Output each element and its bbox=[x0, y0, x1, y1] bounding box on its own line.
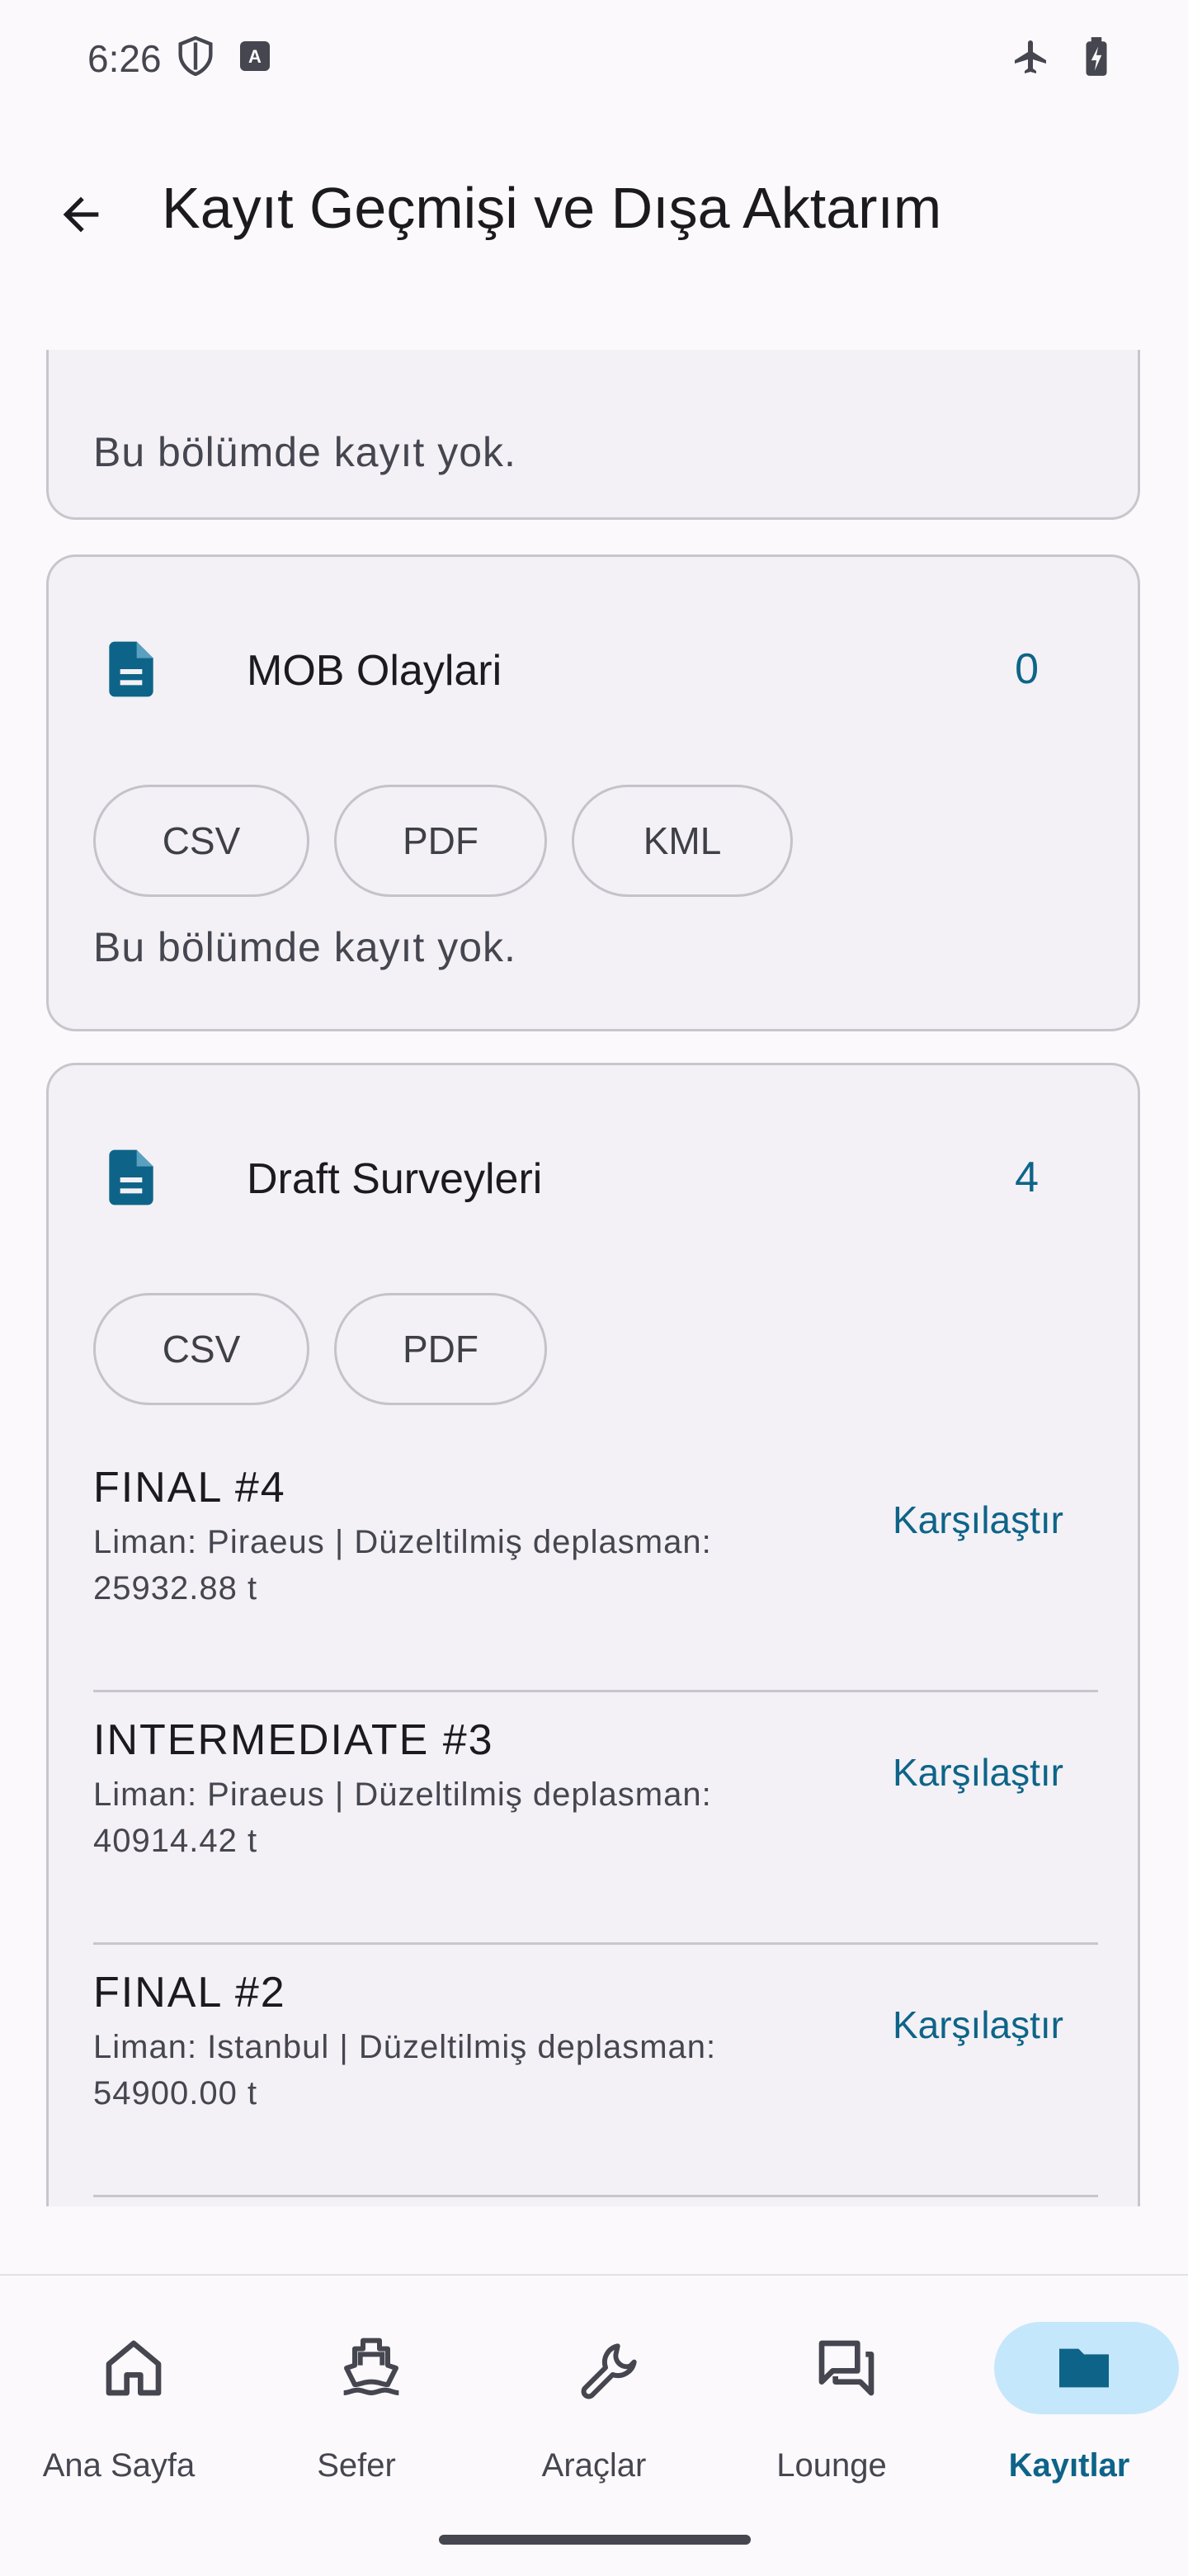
status-time: 6:26 bbox=[87, 37, 162, 80]
export-pdf-chip[interactable]: PDF bbox=[334, 785, 547, 897]
partial-section-card: Bu bölümde kayıt yok. bbox=[46, 350, 1140, 520]
nav-label: Araçlar bbox=[541, 2447, 647, 2484]
home-indicator bbox=[439, 2535, 751, 2545]
status-right-icons bbox=[1011, 36, 1109, 78]
airplane-icon bbox=[1015, 40, 1046, 73]
app-bar: Kayıt Geçmişi ve Dışa Aktarım bbox=[0, 124, 1188, 350]
draft-survey-section-card: Draft Surveyleri 4 CSV PDF FINAL #4 Lima… bbox=[46, 1063, 1140, 2206]
empty-text: Bu bölümde kayıt yok. bbox=[93, 924, 516, 970]
nav-item-sefer[interactable]: Sefer bbox=[238, 2307, 475, 2489]
document-icon bbox=[109, 1149, 153, 1205]
export-kml-chip[interactable]: KML bbox=[572, 785, 793, 897]
wrench-icon bbox=[581, 2343, 637, 2399]
nav-label: Ana Sayfa bbox=[42, 2447, 196, 2484]
record-subtitle: Liman: Piraeus | Düzeltilmiş deplasman: … bbox=[93, 1776, 712, 1859]
empty-text: Bu bölümde kayıt yok. bbox=[93, 429, 516, 475]
card-header: MOB Olaylari 0 bbox=[98, 636, 1088, 702]
back-button[interactable] bbox=[48, 182, 114, 248]
survey-record[interactable]: INTERMEDIATE #3 Liman: Piraeus | Düzelti… bbox=[93, 1692, 1098, 1945]
export-csv-chip[interactable]: CSV bbox=[93, 1293, 309, 1405]
survey-record[interactable]: FINAL #4 Liman: Piraeus | Düzeltilmiş de… bbox=[93, 1440, 1098, 1692]
folder-icon bbox=[1059, 2348, 1109, 2388]
export-chip-row: CSV PDF bbox=[93, 1293, 547, 1405]
svg-text:A: A bbox=[248, 46, 262, 67]
text-icon: A bbox=[240, 41, 270, 71]
nav-item-home[interactable]: Ana Sayfa bbox=[0, 2307, 238, 2489]
nav-label: Lounge bbox=[776, 2447, 887, 2484]
home-icon bbox=[106, 2340, 162, 2396]
section-title: MOB Olaylari bbox=[247, 647, 502, 695]
record-title: FINAL #2 bbox=[93, 1969, 286, 2017]
records-list[interactable]: Bu bölümde kayıt yok. MOB Olaylari 0 CSV… bbox=[0, 350, 1188, 2206]
document-icon bbox=[109, 641, 153, 697]
compare-button[interactable]: Karşılaştır bbox=[893, 2003, 1063, 2047]
page-title: Kayıt Geçmişi ve Dışa Aktarım bbox=[162, 176, 942, 240]
bottom-navigation: Ana Sayfa Sefer Araçlar Lounge Kayıtlar bbox=[0, 2274, 1188, 2576]
nav-item-lounge[interactable]: Lounge bbox=[713, 2307, 950, 2489]
mob-section-card: MOB Olaylari 0 CSV PDF KML Bu bölümde ka… bbox=[46, 554, 1140, 1031]
ship-icon bbox=[343, 2338, 399, 2396]
nav-item-kayitlar[interactable]: Kayıtlar bbox=[950, 2307, 1188, 2489]
nav-label: Kayıtlar bbox=[1008, 2447, 1130, 2484]
nav-label: Sefer bbox=[317, 2447, 396, 2484]
survey-record[interactable]: FINAL #2 Liman: Istanbul | Düzeltilmiş d… bbox=[93, 1945, 1098, 2197]
record-title: FINAL #4 bbox=[93, 1464, 286, 1512]
export-pdf-chip[interactable]: PDF bbox=[334, 1293, 547, 1405]
status-bar: 6:26 A bbox=[0, 0, 1188, 124]
battery-charging-icon bbox=[1086, 37, 1107, 76]
section-count: 4 bbox=[1015, 1154, 1039, 1201]
compare-button[interactable]: Karşılaştır bbox=[893, 1750, 1063, 1795]
status-left-icons: A bbox=[177, 36, 271, 76]
shield-icon bbox=[178, 36, 213, 76]
section-count: 0 bbox=[1015, 645, 1039, 693]
arrow-back-icon bbox=[63, 196, 99, 233]
divider bbox=[93, 2195, 1098, 2197]
export-chip-row: CSV PDF KML bbox=[93, 785, 793, 897]
section-title: Draft Surveyleri bbox=[247, 1155, 543, 1203]
export-csv-chip[interactable]: CSV bbox=[93, 785, 309, 897]
record-title: INTERMEDIATE #3 bbox=[93, 1716, 494, 1764]
record-subtitle: Liman: Istanbul | Düzeltilmiş deplasman:… bbox=[93, 2029, 717, 2111]
record-subtitle: Liman: Piraeus | Düzeltilmiş deplasman: … bbox=[93, 1524, 712, 1606]
card-header: Draft Surveyleri 4 bbox=[98, 1144, 1088, 1210]
nav-item-araclar[interactable]: Araçlar bbox=[475, 2307, 713, 2489]
chat-icon bbox=[818, 2340, 874, 2396]
compare-button[interactable]: Karşılaştır bbox=[893, 1498, 1063, 1542]
